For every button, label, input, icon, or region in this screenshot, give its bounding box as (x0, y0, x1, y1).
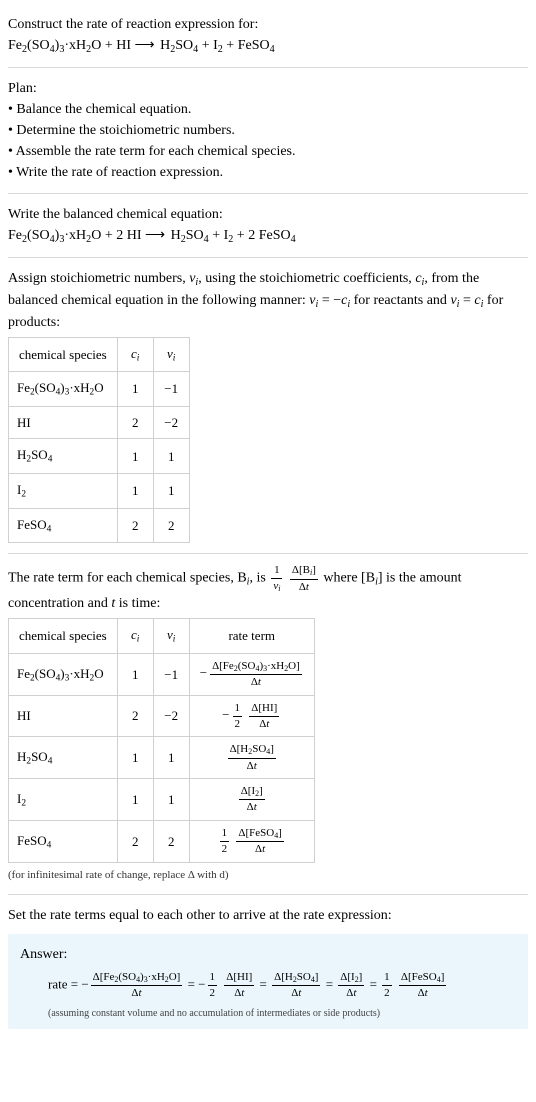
rateterm-note: (for infinitesimal rate of change, repla… (8, 867, 528, 884)
cell-term: Δ[I2]Δt (189, 779, 314, 821)
table-header-row: chemical species ci νi (9, 337, 190, 372)
cell-vi: 2 (153, 821, 189, 863)
table-row: I2 1 1 (9, 474, 190, 509)
rateterm-intro: The rate term for each chemical species,… (8, 564, 528, 614)
intro-section: Construct the rate of reaction expressio… (8, 14, 528, 57)
cell-vi: 2 (153, 508, 189, 543)
answer-box: Answer: rate = −Δ[Fe2(SO4)3·xH2O]Δt = −1… (8, 934, 528, 1029)
rateterm-table: chemical species ci νi rate term Fe2(SO4… (8, 618, 315, 863)
divider (8, 193, 528, 194)
final-section: Set the rate terms equal to each other t… (8, 905, 528, 926)
intro-equation: Fe2(SO4)3·xH2O + HI ⟶ H2SO4 + I2 + FeSO4 (8, 35, 528, 57)
plan-section: Plan: • Balance the chemical equation. •… (8, 78, 528, 183)
table-row: HI 2 −2 −12 Δ[HI]Δt (9, 695, 315, 736)
plan-bullet: • Assemble the rate term for each chemic… (8, 141, 528, 162)
table-row: H2SO4 1 1 Δ[H2SO4]Δt (9, 737, 315, 779)
cell-vi: −2 (153, 695, 189, 736)
cell-species: I2 (9, 779, 118, 821)
table-row: H2SO4 1 1 (9, 439, 190, 474)
final-intro: Set the rate terms equal to each other t… (8, 905, 528, 926)
cell-species: HI (9, 695, 118, 736)
cell-vi: −2 (153, 406, 189, 439)
cell-term: −12 Δ[HI]Δt (189, 695, 314, 736)
cell-species: Fe2(SO4)3·xH2O (9, 372, 118, 407)
cell-vi: −1 (153, 653, 189, 695)
cell-ci: 2 (117, 406, 153, 439)
col-ci: ci (117, 337, 153, 372)
balanced-section: Write the balanced chemical equation: Fe… (8, 204, 528, 247)
plan-bullet: • Write the rate of reaction expression. (8, 162, 528, 183)
plan-bullet: • Balance the chemical equation. (8, 99, 528, 120)
stoich-intro: Assign stoichiometric numbers, νi, using… (8, 268, 528, 333)
cell-ci: 1 (117, 737, 153, 779)
cell-ci: 1 (117, 474, 153, 509)
balanced-equation: Fe2(SO4)3·xH2O + 2 HI ⟶ H2SO4 + I2 + 2 F… (8, 225, 528, 247)
col-species: chemical species (9, 337, 118, 372)
divider (8, 257, 528, 258)
divider (8, 553, 528, 554)
cell-ci: 1 (117, 779, 153, 821)
col-vi: νi (153, 619, 189, 654)
cell-vi: −1 (153, 372, 189, 407)
table-row: I2 1 1 Δ[I2]Δt (9, 779, 315, 821)
table-row: FeSO4 2 2 12 Δ[FeSO4]Δt (9, 821, 315, 863)
answer-note: (assuming constant volume and no accumul… (48, 1006, 516, 1021)
cell-ci: 1 (117, 439, 153, 474)
cell-vi: 1 (153, 779, 189, 821)
col-species: chemical species (9, 619, 118, 654)
answer-label: Answer: (20, 944, 516, 965)
stoich-section: Assign stoichiometric numbers, νi, using… (8, 268, 528, 544)
cell-species: I2 (9, 474, 118, 509)
stoich-table: chemical species ci νi Fe2(SO4)3·xH2O 1 … (8, 337, 190, 544)
divider (8, 67, 528, 68)
cell-ci: 2 (117, 821, 153, 863)
col-vi: νi (153, 337, 189, 372)
cell-ci: 2 (117, 508, 153, 543)
intro-heading: Construct the rate of reaction expressio… (8, 14, 528, 35)
table-row: HI 2 −2 (9, 406, 190, 439)
cell-species: FeSO4 (9, 821, 118, 863)
cell-ci: 1 (117, 653, 153, 695)
cell-term: Δ[H2SO4]Δt (189, 737, 314, 779)
cell-species: H2SO4 (9, 737, 118, 779)
cell-ci: 1 (117, 372, 153, 407)
divider (8, 894, 528, 895)
table-row: FeSO4 2 2 (9, 508, 190, 543)
table-header-row: chemical species ci νi rate term (9, 619, 315, 654)
plan-bullet: • Determine the stoichiometric numbers. (8, 120, 528, 141)
cell-species: H2SO4 (9, 439, 118, 474)
table-row: Fe2(SO4)3·xH2O 1 −1 (9, 372, 190, 407)
cell-species: Fe2(SO4)3·xH2O (9, 653, 118, 695)
plan-heading: Plan: (8, 78, 528, 99)
rateterm-section: The rate term for each chemical species,… (8, 564, 528, 883)
cell-vi: 1 (153, 439, 189, 474)
cell-ci: 2 (117, 695, 153, 736)
answer-rate-expression: rate = −Δ[Fe2(SO4)3·xH2O]Δt = −12 Δ[HI]Δ… (48, 971, 516, 1000)
cell-species: FeSO4 (9, 508, 118, 543)
col-ci: ci (117, 619, 153, 654)
cell-term: 12 Δ[FeSO4]Δt (189, 821, 314, 863)
balanced-heading: Write the balanced chemical equation: (8, 204, 528, 225)
cell-vi: 1 (153, 474, 189, 509)
col-rateterm: rate term (189, 619, 314, 654)
table-row: Fe2(SO4)3·xH2O 1 −1 −Δ[Fe2(SO4)3·xH2O]Δt (9, 653, 315, 695)
cell-term: −Δ[Fe2(SO4)3·xH2O]Δt (189, 653, 314, 695)
cell-species: HI (9, 406, 118, 439)
cell-vi: 1 (153, 737, 189, 779)
